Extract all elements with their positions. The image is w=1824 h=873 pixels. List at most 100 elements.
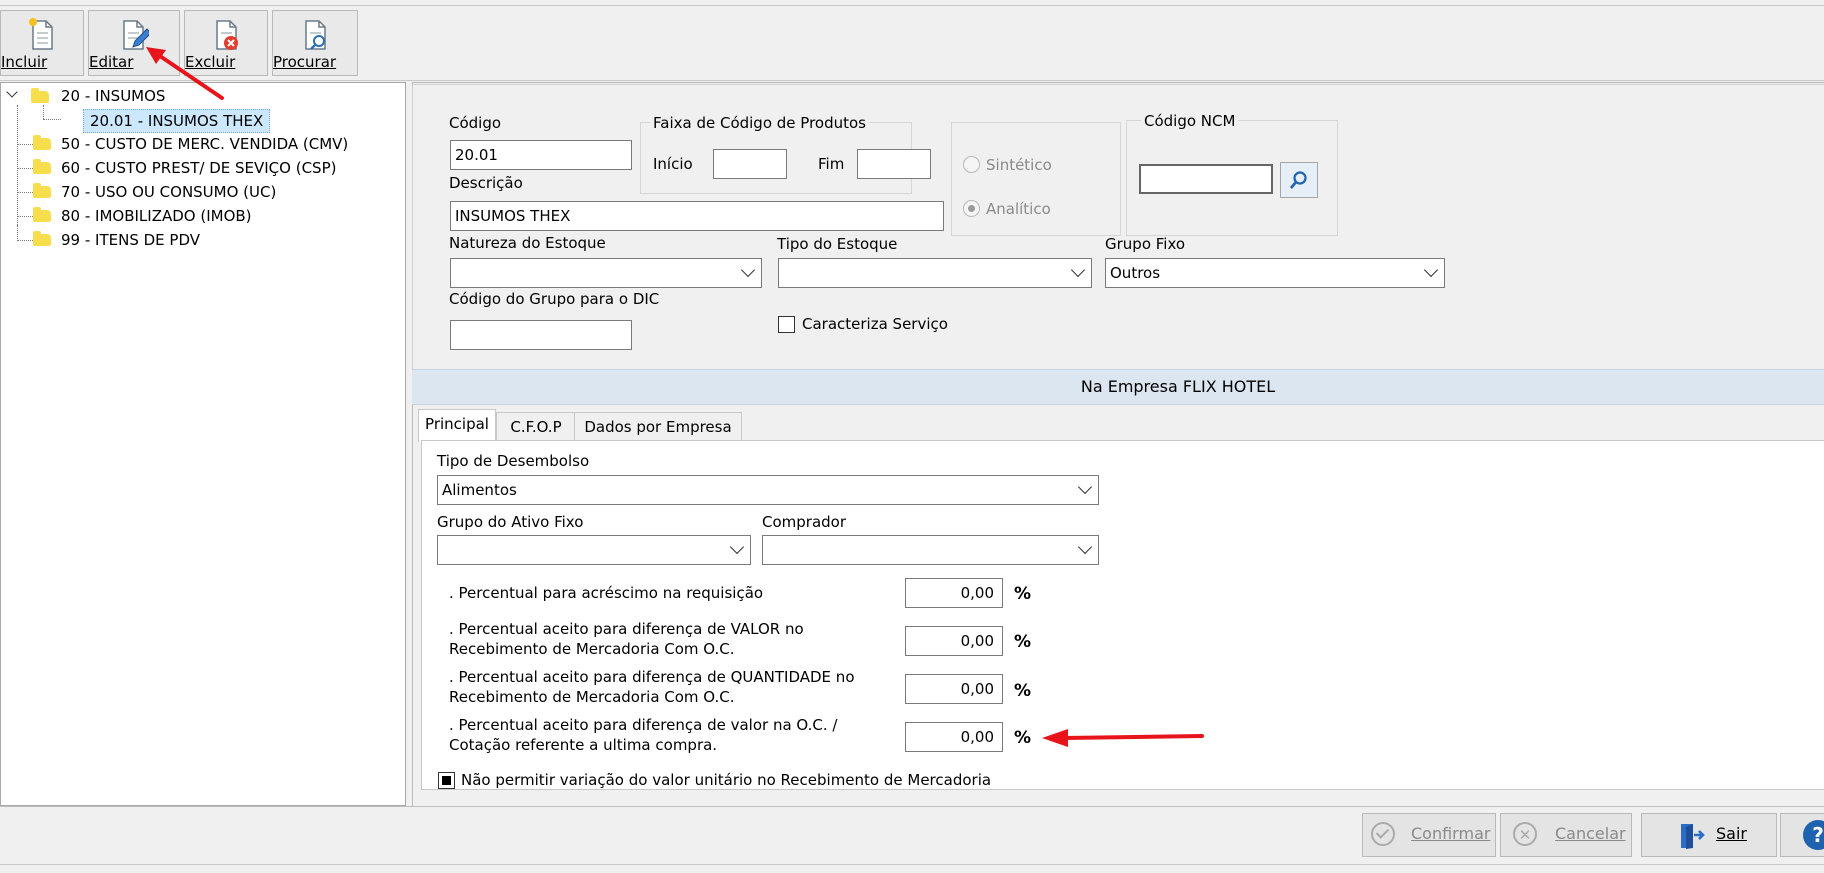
tree-connector bbox=[17, 192, 33, 193]
incluir-button[interactable]: Incluir bbox=[0, 10, 84, 76]
desembolso-select[interactable]: Alimentos bbox=[437, 475, 1099, 505]
tree-item-pdv[interactable]: 99 - ITENS DE PDV bbox=[61, 229, 200, 251]
confirmar-button[interactable]: Confirmar bbox=[1362, 813, 1496, 857]
pct-row-3-input[interactable]: 0,00 bbox=[905, 674, 1003, 704]
folder-icon bbox=[33, 135, 51, 150]
folder-icon bbox=[33, 231, 51, 246]
tree-connector bbox=[17, 105, 18, 225]
tree-connector bbox=[43, 119, 61, 120]
nao-permitir-checkbox[interactable] bbox=[438, 772, 455, 789]
codigo-input[interactable]: 20.01 bbox=[450, 140, 632, 170]
editar-label: Editar bbox=[89, 53, 134, 71]
cancelar-button[interactable]: ✕ Cancelar bbox=[1500, 813, 1632, 857]
help-button[interactable]: ? bbox=[1780, 813, 1824, 857]
window-top-edge bbox=[0, 0, 1824, 6]
tree-item-uc[interactable]: 70 - USO OU CONSUMO (UC) bbox=[61, 181, 276, 203]
procurar-label: Procurar bbox=[273, 53, 337, 71]
caracteriza-label: Caracteriza Serviço bbox=[802, 315, 948, 333]
checkbox-fill bbox=[442, 776, 451, 785]
company-header-text: Na Empresa FLIX HOTEL bbox=[1080, 377, 1276, 396]
status-bar bbox=[0, 864, 1824, 873]
check-icon bbox=[1371, 822, 1395, 846]
search-document-icon bbox=[305, 20, 326, 50]
procurar-button[interactable]: Procurar bbox=[272, 10, 358, 76]
pct-row-2-label-2: Recebimento de Mercadoria Com O.C. bbox=[449, 640, 735, 658]
chevron-down-icon[interactable] bbox=[6, 86, 18, 98]
chevron-down-icon bbox=[1423, 262, 1439, 278]
faixa-label: Faixa de Código de Produtos bbox=[650, 114, 869, 132]
pct-row-2-symbol: % bbox=[1014, 632, 1032, 652]
dic-label: Código do Grupo para o DIC bbox=[449, 290, 660, 308]
tree-item-cmv[interactable]: 50 - CUSTO DE MERC. VENDIDA (CMV) bbox=[61, 133, 348, 155]
inicio-input[interactable] bbox=[713, 149, 787, 179]
sintetico-radio[interactable] bbox=[963, 156, 980, 173]
comprador-label: Comprador bbox=[762, 513, 847, 531]
tipo-estoque-select[interactable] bbox=[778, 258, 1092, 288]
tree-item-csp[interactable]: 60 - CUSTO PREST/ DE SEVIÇO (CSP) bbox=[61, 157, 336, 179]
pct-row-3-label: . Percentual aceito para diferença de QU… bbox=[449, 668, 855, 686]
analitico-label: Analítico bbox=[986, 200, 1051, 218]
pct-row-1-input[interactable]: 0,00 bbox=[905, 578, 1003, 608]
group-tree[interactable]: 20 - INSUMOS 20.01 - INSUMOS THEX 50 - C… bbox=[0, 82, 406, 806]
ativo-fixo-select[interactable] bbox=[437, 535, 751, 565]
codigo-label: Código bbox=[449, 114, 502, 132]
pct-row-2-input[interactable]: 0,00 bbox=[905, 626, 1003, 656]
search-icon bbox=[1290, 171, 1307, 189]
tree-connector bbox=[17, 225, 18, 241]
ncm-search-button[interactable] bbox=[1280, 162, 1318, 198]
tipo-radio-group bbox=[951, 122, 1121, 236]
descricao-input[interactable]: INSUMOS THEX bbox=[450, 201, 944, 231]
tab-dados-label: Dados por Empresa bbox=[584, 418, 732, 436]
pct-row-1-label: . Percentual para acréscimo na requisiçã… bbox=[449, 584, 764, 602]
cancel-icon: ✕ bbox=[1513, 822, 1537, 846]
pct-row-4-symbol: % bbox=[1014, 728, 1032, 748]
tree-item-imob[interactable]: 80 - IMOBILIZADO (IMOB) bbox=[61, 205, 252, 227]
footer-separator bbox=[0, 806, 1824, 807]
folder-icon bbox=[33, 159, 51, 174]
sintetico-label: Sintético bbox=[986, 156, 1052, 174]
tree-connector bbox=[17, 240, 33, 241]
chevron-down-icon bbox=[729, 539, 745, 555]
toolbar-separator bbox=[0, 80, 1824, 81]
ncm-input[interactable] bbox=[1139, 164, 1273, 194]
pct-row-2-label: . Percentual aceito para diferença de VA… bbox=[449, 620, 804, 638]
help-icon: ? bbox=[1803, 820, 1824, 850]
chevron-down-icon bbox=[1077, 479, 1093, 495]
grupo-fixo-value: Outros bbox=[1110, 264, 1161, 282]
natureza-select[interactable] bbox=[450, 258, 762, 288]
check-mark bbox=[1375, 825, 1390, 839]
tab-principal-label: Principal bbox=[425, 415, 489, 433]
fim-input[interactable] bbox=[857, 149, 931, 179]
folder-icon bbox=[33, 183, 51, 198]
analitico-radio[interactable] bbox=[963, 200, 980, 217]
dic-input[interactable] bbox=[450, 320, 632, 350]
grupo-fixo-select[interactable]: Outros bbox=[1105, 258, 1445, 288]
tab-principal[interactable]: Principal bbox=[418, 409, 496, 442]
tree-connector bbox=[17, 216, 33, 217]
caracteriza-checkbox[interactable] bbox=[778, 316, 795, 333]
inicio-label: Início bbox=[653, 155, 693, 173]
ncm-label: Código NCM bbox=[1141, 112, 1239, 130]
folder-open-icon bbox=[31, 88, 49, 103]
confirmar-label: Confirmar bbox=[1411, 824, 1491, 843]
tab-cfop[interactable]: C.F.O.P bbox=[496, 412, 576, 442]
pct-row-4-label-2: Cotação referente a ultima compra. bbox=[449, 736, 718, 754]
sair-button[interactable]: Sair bbox=[1641, 813, 1777, 857]
chevron-down-icon bbox=[1070, 262, 1086, 278]
tipo-estoque-label: Tipo do Estoque bbox=[777, 235, 898, 253]
desembolso-value: Alimentos bbox=[442, 481, 517, 499]
tree-item-insumos-thex[interactable]: 20.01 - INSUMOS THEX bbox=[83, 109, 271, 133]
company-header: Na Empresa FLIX HOTEL bbox=[412, 369, 1824, 405]
tree-connector bbox=[17, 168, 33, 169]
annotation-arrow bbox=[1042, 729, 1204, 747]
tab-dados-empresa[interactable]: Dados por Empresa bbox=[574, 412, 742, 442]
comprador-select[interactable] bbox=[762, 535, 1099, 565]
pct-row-4-input[interactable]: 0,00 bbox=[905, 722, 1003, 752]
pct-row-4-label: . Percentual aceito para diferença de va… bbox=[449, 716, 838, 734]
pct-row-3-label-2: Recebimento de Mercadoria Com O.C. bbox=[449, 688, 735, 706]
sair-label: Sair bbox=[1716, 824, 1747, 843]
pct-row-3-symbol: % bbox=[1014, 681, 1032, 701]
annotation-arrow bbox=[146, 47, 224, 100]
incluir-label: Incluir bbox=[1, 53, 48, 71]
nao-permitir-label: Não permitir variação do valor unitário … bbox=[461, 771, 992, 789]
